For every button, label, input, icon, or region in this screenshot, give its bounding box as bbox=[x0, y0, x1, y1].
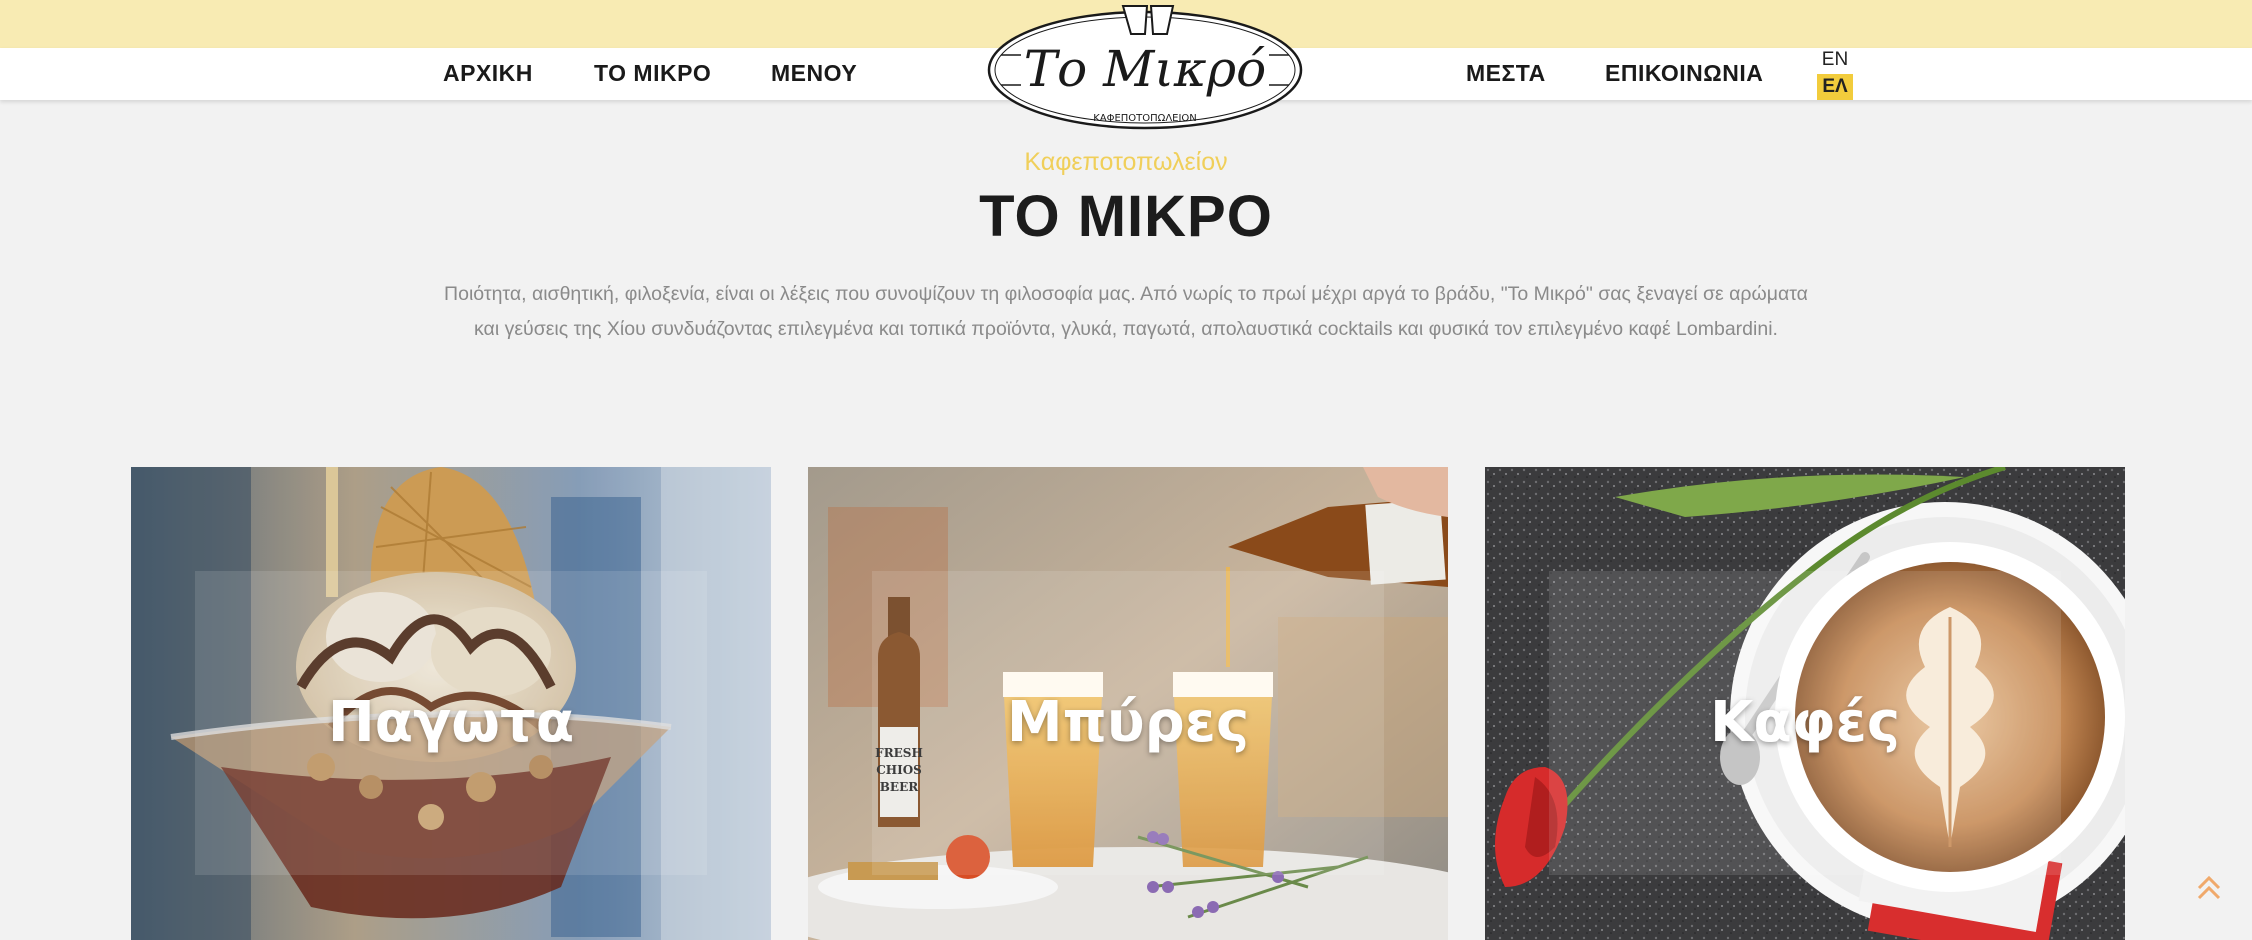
lang-option-el[interactable]: ΕΛ bbox=[1817, 74, 1853, 100]
nav-link-home[interactable]: ΑΡΧΙΚΗ bbox=[443, 60, 533, 87]
hero-intro: Ποιότητα, αισθητική, φιλοξενία, είναι οι… bbox=[444, 283, 1808, 340]
nav-link-about[interactable]: ΤΟ ΜΙΚΡΟ bbox=[594, 60, 711, 87]
nav-link-menu[interactable]: ΜΕΝΟΥ bbox=[771, 60, 857, 87]
site-logo[interactable]: Το Μικρό ΚΑΦΕΠΟΤΟΠΩΛΕΙΟΝ bbox=[985, 0, 1305, 134]
card-label-coffee: Καφές bbox=[1709, 690, 1901, 755]
logo-tagline: ΚΑΦΕΠΟΤΟΠΩΛΕΙΟΝ bbox=[1093, 113, 1197, 124]
nav-link-mesta[interactable]: ΜΕΣΤΑ bbox=[1466, 60, 1546, 87]
category-card-icecream[interactable]: Παγωτα bbox=[131, 467, 771, 940]
hero-title: ΤΟ ΜΙΚΡΟ bbox=[979, 184, 1273, 249]
nav-link-contact[interactable]: ΕΠΙΚΟΙΝΩΝΙΑ bbox=[1605, 60, 1763, 87]
hero-subtitle: Καφεποτοπωλείον bbox=[1024, 148, 1228, 176]
category-card-coffee[interactable]: Καφές bbox=[1485, 467, 2125, 940]
double-chevron-up-icon[interactable] bbox=[2195, 870, 2223, 904]
lang-option-en[interactable]: EN bbox=[1817, 49, 1853, 73]
card-label-beers: Μπύρες bbox=[1006, 690, 1250, 755]
logo-name: Το Μικρό bbox=[1024, 40, 1266, 98]
category-card-beers[interactable]: FRESH CHIOS BEER Μπύρες bbox=[808, 467, 1448, 940]
card-label-icecream: Παγωτα bbox=[327, 690, 575, 755]
logo-emblem: Το Μικρό ΚΑΦΕΠΟΤΟΠΩΛΕΙΟΝ bbox=[987, 5, 1303, 130]
